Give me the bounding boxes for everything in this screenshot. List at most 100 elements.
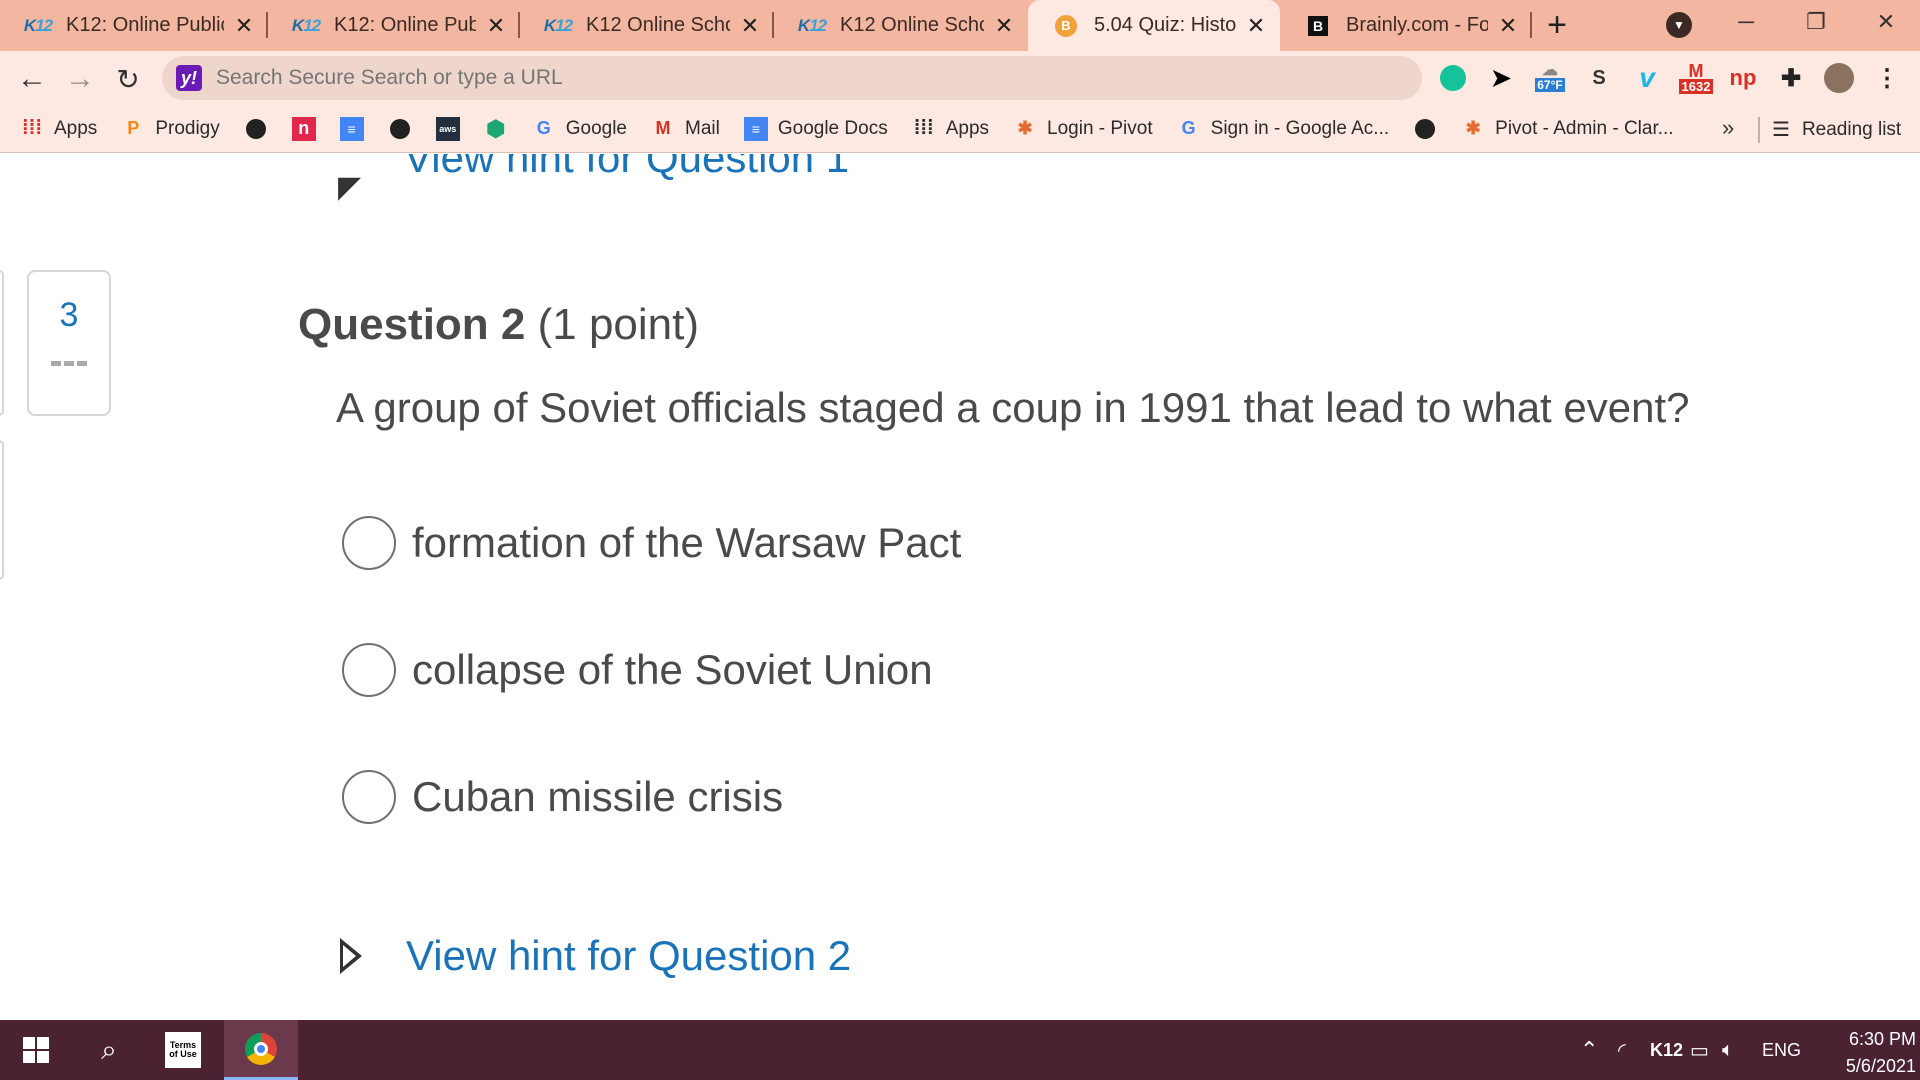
bookmark-shield[interactable]: ⬢ [484,115,508,141]
google-icon: G [1181,118,1196,138]
forward-icon[interactable]: → [60,59,100,99]
start-button[interactable] [0,1020,72,1080]
tab-search-icon[interactable]: ▼ [1666,12,1692,38]
extensions-puzzle-icon[interactable]: ✚ [1774,61,1808,95]
answer-option[interactable]: collapse of the Soviet Union [342,643,933,697]
bookmark-google[interactable]: G Google [532,117,627,141]
terms-of-use-app[interactable]: Terms of Use [146,1020,220,1080]
cursor-icon[interactable]: ➤ [1484,61,1518,95]
tab-title: K12 Online School [586,14,730,36]
back-icon[interactable]: ← [12,59,52,99]
bookmark-pivot-admin[interactable]: ✱ Pivot - Admin - Clar... [1461,117,1674,141]
question-nav-prev[interactable] [0,270,4,416]
tab-k12-2[interactable]: K12 K12: Online Public S ✕ [268,0,520,51]
avatar[interactable] [1822,61,1856,95]
bookmark-aws[interactable]: aws [435,116,460,141]
tab-k12-1[interactable]: K12 K12: Online Public S ✕ [0,0,268,51]
bookmark-google-signin[interactable]: G Sign in - Google Ac... [1177,117,1390,141]
reading-list-button[interactable]: ☰ Reading list [1772,117,1901,142]
radio-button[interactable] [342,770,396,824]
grammarly-icon[interactable] [1436,61,1470,95]
gmail-icon[interactable]: M 1632 [1674,61,1718,95]
close-icon[interactable]: ✕ [738,13,762,38]
tab-k12-3[interactable]: K12 K12 Online School ✕ [520,0,774,51]
gmail-icon: M [655,118,671,138]
battery-icon[interactable]: ▭ [1690,1020,1709,1080]
docs-icon: ≡ [743,116,768,141]
tab-brainly[interactable]: B Brainly.com - For st ✕ [1280,0,1532,51]
answer-option[interactable]: Cuban missile crisis [342,770,783,824]
tab-k12-4[interactable]: K12 K12 Online School ✕ [774,0,1028,51]
question-nav-prev-2[interactable] [0,440,4,580]
bookmark-globe-3[interactable] [1413,117,1437,141]
chevron-up-icon[interactable]: ⌃ [1580,1020,1598,1080]
clock-date: 5/6/2021 [1845,1056,1916,1076]
close-window-button[interactable]: ✕ [1852,0,1920,44]
clock-time: 6:30 PM [1848,1029,1916,1049]
question-points: (1 point) [537,300,700,349]
s-extension-icon[interactable]: S [1582,61,1616,95]
prodigy-icon: P [127,118,140,138]
k12-icon: K 12 [291,15,321,35]
tab-title: K12: Online Public S [334,14,476,36]
menu-kebab-icon[interactable]: ⋮ [1870,61,1904,95]
globe-icon [388,117,412,141]
bookmark-label: Login - Pivot [1047,117,1153,139]
answer-label: collapse of the Soviet Union [412,646,933,693]
apps-grid-icon: ⁞⁞⁞ [22,117,42,139]
n-icon: n [291,116,316,141]
chrome-app[interactable] [224,1020,298,1080]
k12-tray-icon[interactable]: K12 [1650,1020,1683,1080]
bookmark-apps[interactable]: ⁞⁞⁞ Apps [20,117,97,141]
tab-title: 5.04 Quiz: History o [1094,14,1236,36]
bookmark-globe-2[interactable] [388,117,412,141]
clock[interactable]: 6:30 PM 5/6/2021 [1808,1026,1916,1080]
bookmark-docs[interactable]: ≡ [339,116,364,141]
google-icon: G [536,118,551,138]
close-icon[interactable]: ✕ [1496,13,1520,38]
globe-icon [244,117,268,141]
bookmarks-overflow-button[interactable]: » [1722,115,1734,141]
hint-link[interactable]: View hint for Question 2 [406,932,851,980]
bookmark-apps-2[interactable]: ⁞⁞⁞ Apps [912,117,989,141]
answer-option[interactable]: formation of the Warsaw Pact [342,516,961,570]
close-icon[interactable]: ✕ [232,13,256,38]
question-nav-item[interactable]: 3 [27,270,111,416]
docs-icon: ≡ [339,116,364,141]
pivot-icon: ✱ [1465,118,1481,138]
radio-button[interactable] [342,643,396,697]
bookmark-login-pivot[interactable]: ✱ Login - Pivot [1013,117,1153,141]
prev-hint-link[interactable]: View hint for Question 1 [404,154,849,182]
wifi-icon[interactable]: ◜ [1618,1020,1626,1080]
terms-of-use-icon: Terms of Use [165,1032,201,1068]
bookmark-label: Apps [945,117,990,139]
minimize-button[interactable]: ─ [1712,0,1780,44]
language-indicator[interactable]: ENG [1762,1020,1801,1080]
bookmark-globe[interactable] [244,117,268,141]
bookmark-n[interactable]: n [291,116,316,141]
search-icon[interactable]: ⌕ [72,1020,146,1080]
url-input[interactable] [216,66,1316,90]
bookmark-prodigy[interactable]: P Prodigy [121,117,219,141]
vimeo-icon[interactable]: v [1630,61,1664,95]
np-icon[interactable]: np [1726,61,1760,95]
address-bar[interactable]: y! [162,56,1422,100]
yahoo-icon: y! [176,65,202,91]
gmail-count: 1632 [1678,78,1714,94]
restore-button[interactable]: ❐ [1782,0,1850,44]
triangle-right-icon[interactable]: ◤ [338,170,361,205]
close-icon[interactable]: ✕ [1244,13,1268,38]
bookmark-google-docs[interactable]: ≡ Google Docs [743,116,888,141]
volume-icon[interactable]: 🔈︎ [1722,1020,1734,1080]
radio-button[interactable] [342,516,396,570]
close-icon[interactable]: ✕ [484,13,508,38]
tab-quiz-active[interactable]: B 5.04 Quiz: History o ✕ [1028,0,1280,51]
bookmark-label: Mail [685,117,720,139]
weather-icon[interactable]: ☁ 67°F [1530,61,1570,95]
close-icon[interactable]: ✕ [992,13,1016,38]
bookmark-mail[interactable]: M Mail [651,117,720,141]
new-tab-button[interactable]: + [1532,0,1582,51]
shield-icon: ⬢ [486,115,506,141]
hint-toggle[interactable]: View hint for Question 2 [340,932,851,980]
reload-icon[interactable]: ↻ [108,59,148,99]
